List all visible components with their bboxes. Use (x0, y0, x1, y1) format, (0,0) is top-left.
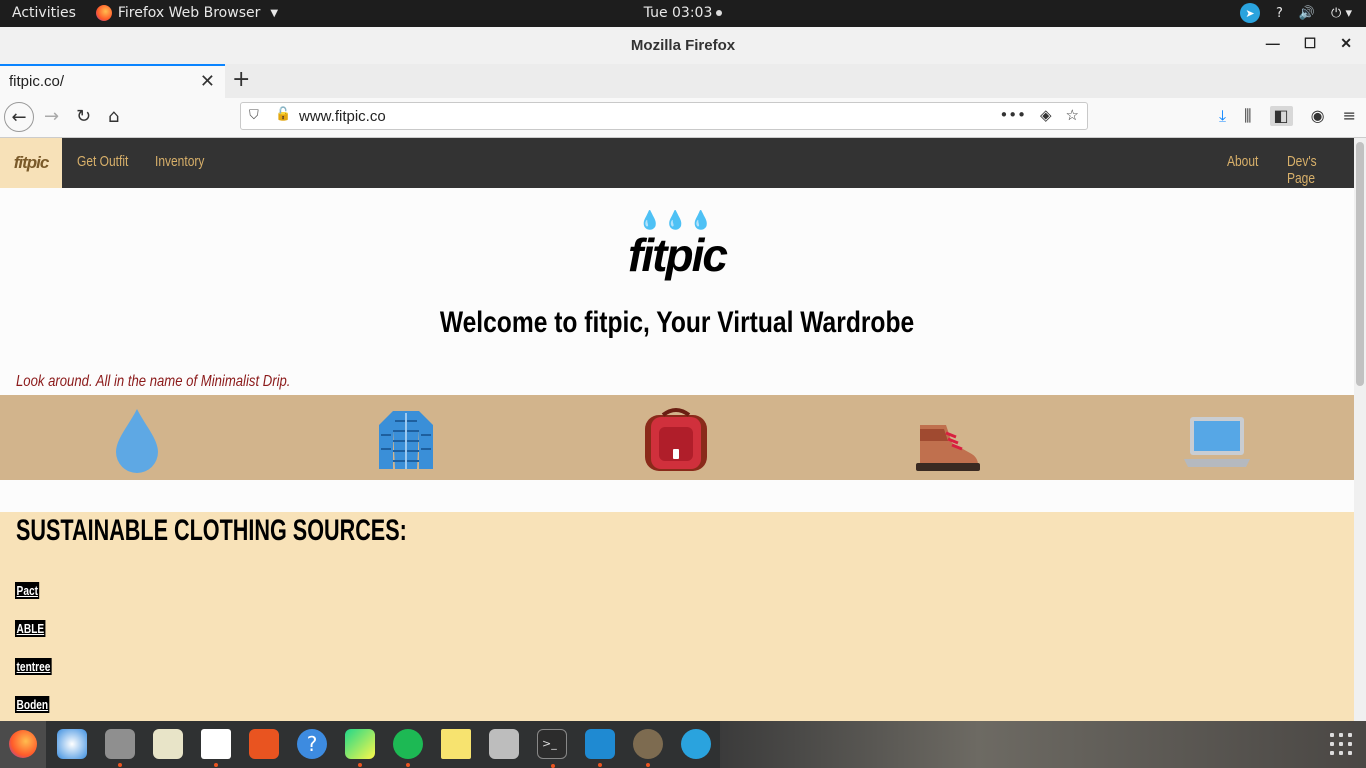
thunderbird-icon[interactable] (57, 729, 87, 759)
backpack-icon (645, 408, 707, 471)
account-icon[interactable]: ◉ (1311, 106, 1325, 126)
system-top-bar: Activities Firefox Web Browser ▼ Tue 03:… (0, 0, 1366, 27)
firefox-icon (9, 730, 37, 758)
running-indicator (118, 763, 122, 767)
nav-devs-page[interactable]: Dev's Page (1287, 153, 1341, 187)
url-bar[interactable]: ⛉ 🔓 www.fitpic.co ••• ◈ ☆ (240, 102, 1088, 130)
writer-icon[interactable] (201, 729, 231, 767)
library-icon[interactable]: ⫼ (1244, 106, 1251, 126)
home-icon[interactable]: ⌂ (108, 106, 119, 127)
tagline: Look around. All in the name of Minimali… (16, 373, 291, 390)
page-actions-icon[interactable]: ••• (999, 106, 1026, 124)
site-navbar: fitpic Get Outfit Inventory About Dev's … (0, 138, 1354, 188)
menu-icon[interactable]: ≡ (1343, 106, 1356, 126)
window-title-bar: Mozilla Firefox — ☐ ✕ (0, 27, 1366, 65)
scrollbar-thumb[interactable] (1356, 142, 1364, 386)
pycharm-icon[interactable] (345, 729, 375, 767)
icon-strip (0, 395, 1354, 480)
telegram-tray-icon[interactable]: ➤ (1239, 3, 1260, 23)
source-link-tentree[interactable]: tentree (15, 658, 52, 675)
new-tab-icon[interactable]: + (232, 67, 250, 92)
gimp-icon[interactable] (633, 729, 663, 767)
minimize-icon[interactable]: — (1266, 35, 1280, 52)
downloads-icon[interactable]: ⤓ (1219, 106, 1226, 126)
running-indicator (358, 763, 362, 767)
clock-text: Tue 03:03 (643, 5, 713, 21)
software-center-icon[interactable] (249, 729, 279, 759)
notification-dot-icon (716, 10, 723, 16)
clock[interactable]: Tue 03:03 (0, 5, 1366, 21)
welcome-heading: Welcome to fitpic, Your Virtual Wardrobe (439, 306, 915, 339)
show-applications-icon[interactable] (1330, 733, 1352, 755)
insecure-lock-icon[interactable]: 🔓 (275, 107, 291, 122)
help-icon[interactable]: ? (297, 729, 327, 759)
laptop-icon (1184, 417, 1250, 467)
running-indicator (406, 763, 410, 767)
help-icon[interactable]: ? (1276, 6, 1283, 21)
back-icon[interactable]: ← (4, 102, 34, 132)
url-text[interactable]: www.fitpic.co (299, 108, 386, 125)
power-menu-icon[interactable]: ⏻ ▾ (1331, 6, 1352, 21)
notes-icon[interactable] (441, 729, 471, 759)
rhythmbox-icon[interactable] (153, 729, 183, 759)
sources-section: SUSTAINABLE CLOTHING SOURCES: Pact ABLE … (0, 512, 1354, 721)
navigation-toolbar: ← → ↻ ⌂ ⛉ 🔓 www.fitpic.co ••• ◈ ☆ ⤓ ⫼ ◧ … (0, 98, 1366, 138)
sidebar-icon[interactable]: ◧ (1269, 106, 1293, 126)
forward-icon[interactable]: → (44, 106, 59, 127)
terminal-icon[interactable]: >_ (537, 729, 567, 768)
maximize-icon[interactable]: ☐ (1304, 35, 1317, 52)
window-title: Mozilla Firefox (630, 37, 736, 54)
running-indicator (551, 764, 555, 768)
nav-inventory[interactable]: Inventory (155, 153, 204, 170)
jacket-icon (379, 411, 433, 469)
running-indicator (598, 763, 602, 767)
telegram-icon[interactable] (681, 729, 711, 759)
running-indicator (646, 763, 650, 767)
volume-icon[interactable]: 🔊 (1299, 6, 1315, 21)
boot-icon (916, 425, 980, 471)
tab-fitpic[interactable]: fitpic.co/ ✕ (0, 64, 225, 98)
shield-icon[interactable]: ⛉ (249, 108, 259, 123)
source-link-pact[interactable]: Pact (15, 582, 40, 599)
tab-bar: fitpic.co/ ✕ + (0, 64, 1366, 98)
files-icon[interactable] (105, 729, 135, 767)
pocket-icon[interactable]: ◈ (1040, 106, 1052, 124)
camera-icon[interactable] (489, 729, 519, 759)
running-indicator (214, 763, 218, 767)
web-page: fitpic Get Outfit Inventory About Dev's … (0, 138, 1354, 721)
close-window-icon[interactable]: ✕ (1340, 35, 1352, 52)
site-brand-link[interactable]: fitpic (0, 138, 62, 188)
close-tab-icon[interactable]: ✕ (200, 71, 215, 92)
spotify-icon[interactable] (393, 729, 423, 767)
nav-about[interactable]: About (1227, 153, 1258, 170)
source-link-boden[interactable]: Boden (15, 696, 50, 713)
nav-get-outfit[interactable]: Get Outfit (77, 153, 128, 170)
dock-firefox[interactable] (0, 721, 46, 768)
vscode-icon[interactable] (585, 729, 615, 767)
reload-icon[interactable]: ↻ (76, 106, 91, 127)
source-link-able[interactable]: ABLE (15, 620, 46, 637)
sources-heading: SUSTAINABLE CLOTHING SOURCES: (16, 514, 407, 547)
tab-title: fitpic.co/ (9, 73, 65, 90)
droplet-icon (116, 409, 158, 473)
page-scrollbar[interactable] (1354, 138, 1366, 721)
bookmark-star-icon[interactable]: ☆ (1066, 106, 1079, 124)
dock: ? >_ (0, 721, 1366, 768)
site-logo: fitpic (628, 229, 728, 281)
desktop-wallpaper (720, 721, 1366, 768)
